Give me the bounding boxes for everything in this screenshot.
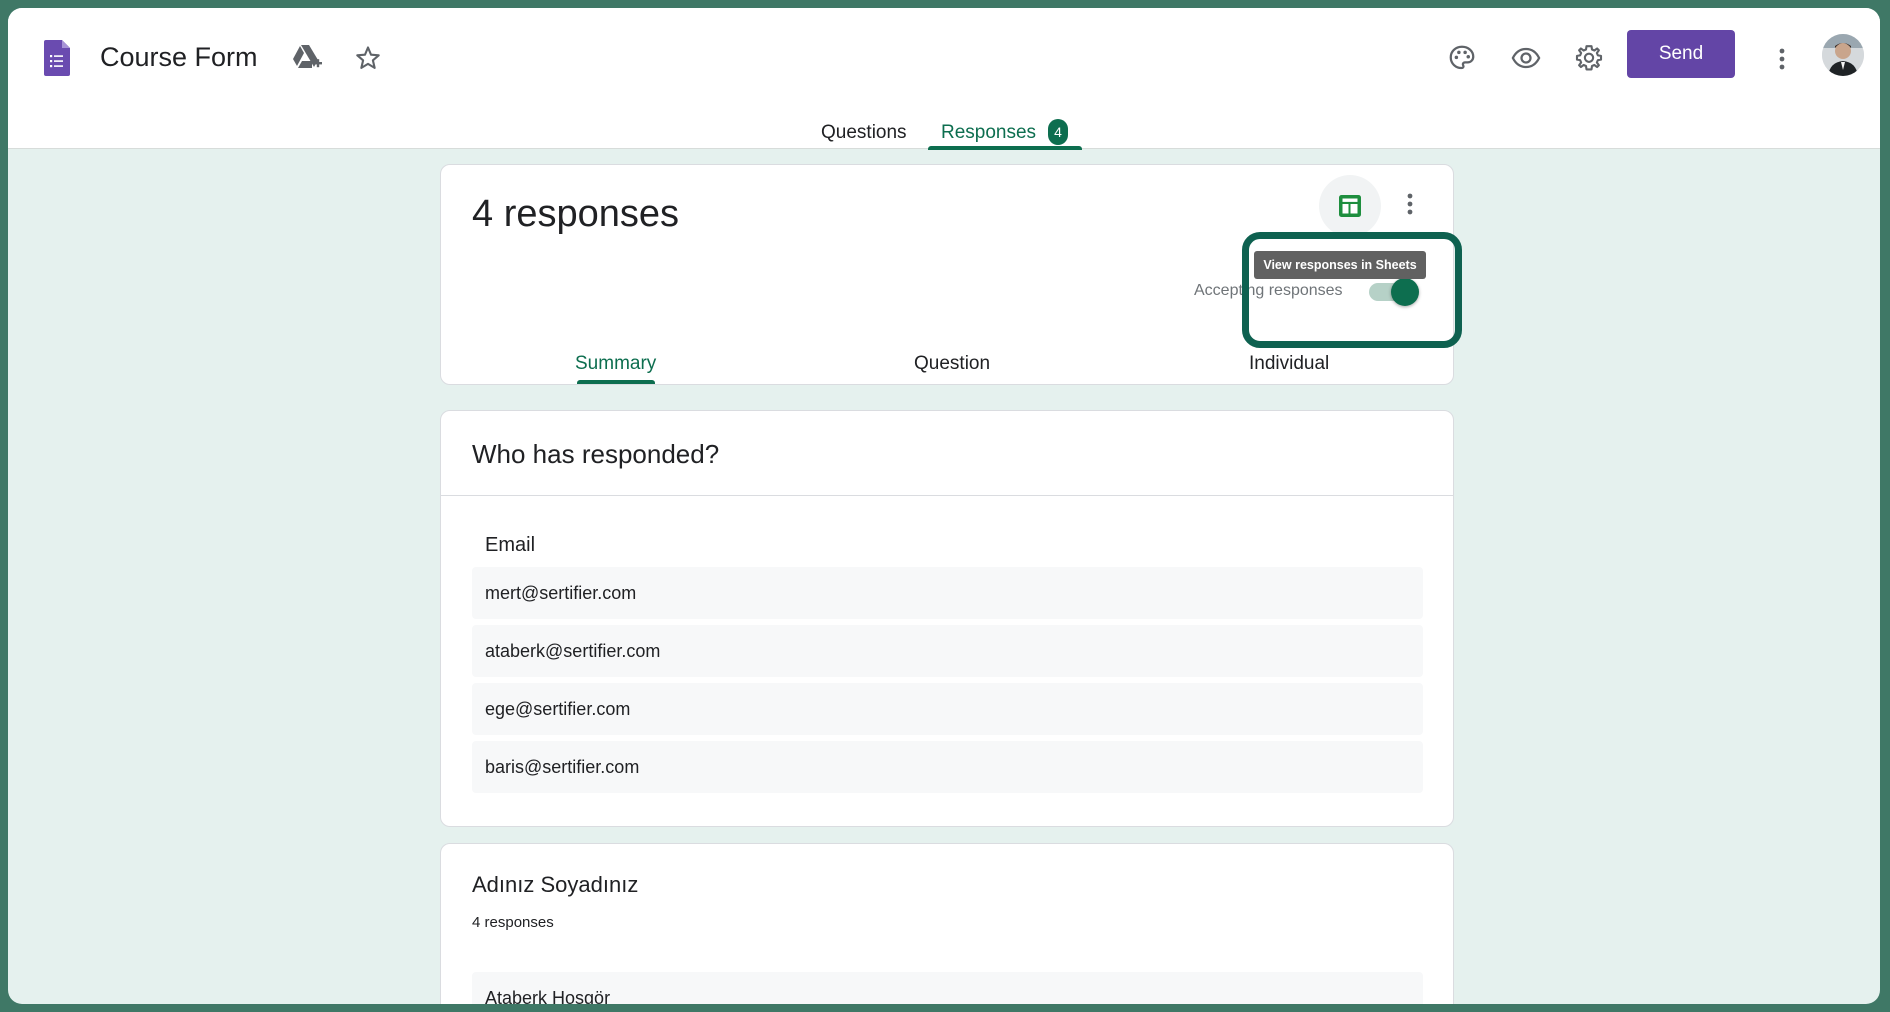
customize-theme-button[interactable] bbox=[1444, 40, 1480, 76]
who-responded-card: Who has responded? Email mert@sertifier.… bbox=[440, 410, 1454, 827]
gear-icon bbox=[1575, 45, 1603, 71]
active-tab-indicator bbox=[928, 146, 1082, 150]
email-row: ege@sertifier.com bbox=[472, 683, 1423, 735]
summary-tab-indicator bbox=[577, 380, 655, 384]
palette-icon bbox=[1449, 45, 1475, 70]
responses-more-button[interactable] bbox=[1401, 187, 1419, 221]
view-in-sheets-button[interactable] bbox=[1319, 175, 1381, 237]
star-icon bbox=[356, 46, 380, 69]
form-title[interactable]: Course Form bbox=[100, 42, 258, 73]
tab-responses[interactable]: Responses bbox=[941, 122, 1036, 144]
drive-add-icon bbox=[293, 45, 322, 68]
send-button[interactable]: Send bbox=[1627, 30, 1735, 78]
more-options-button[interactable] bbox=[1772, 42, 1792, 76]
name-question-card: Adınız Soyadınız 4 responses Ataberk Hoş… bbox=[440, 843, 1454, 1004]
more-vert-icon bbox=[1407, 193, 1413, 215]
answer-row: Ataberk Hoşgör bbox=[472, 972, 1423, 1004]
move-to-drive-button[interactable] bbox=[287, 38, 327, 78]
app-window: Course Form Send Questions Responses 4 4… bbox=[8, 8, 1880, 1004]
sheets-icon bbox=[1339, 195, 1361, 217]
tab-question[interactable]: Question bbox=[914, 353, 990, 375]
tab-summary[interactable]: Summary bbox=[575, 353, 656, 375]
email-row: ataberk@sertifier.com bbox=[472, 625, 1423, 677]
email-row: mert@sertifier.com bbox=[472, 567, 1423, 619]
question-title: Adınız Soyadınız bbox=[472, 872, 639, 897]
main-tabs: Questions Responses 4 bbox=[8, 106, 1880, 150]
email-column-label: Email bbox=[485, 534, 536, 556]
who-responded-title: Who has responded? bbox=[472, 439, 720, 469]
preview-button[interactable] bbox=[1506, 40, 1546, 76]
settings-button[interactable] bbox=[1571, 40, 1607, 76]
responses-count-badge: 4 bbox=[1048, 119, 1068, 145]
highlight-box bbox=[1242, 232, 1462, 348]
account-avatar[interactable] bbox=[1822, 34, 1864, 76]
user-photo-icon bbox=[1822, 34, 1864, 76]
divider bbox=[441, 495, 1453, 496]
eye-icon bbox=[1511, 47, 1541, 69]
tab-questions[interactable]: Questions bbox=[821, 122, 907, 144]
question-response-count: 4 responses bbox=[472, 914, 554, 931]
google-forms-logo-icon[interactable] bbox=[42, 38, 72, 78]
email-row: baris@sertifier.com bbox=[472, 741, 1423, 793]
tab-individual[interactable]: Individual bbox=[1249, 353, 1329, 375]
more-vert-icon bbox=[1779, 48, 1785, 70]
top-bar: Course Form Send Questions Responses 4 bbox=[8, 8, 1880, 150]
star-button[interactable] bbox=[350, 40, 386, 76]
responses-count-heading: 4 responses bbox=[472, 193, 680, 235]
